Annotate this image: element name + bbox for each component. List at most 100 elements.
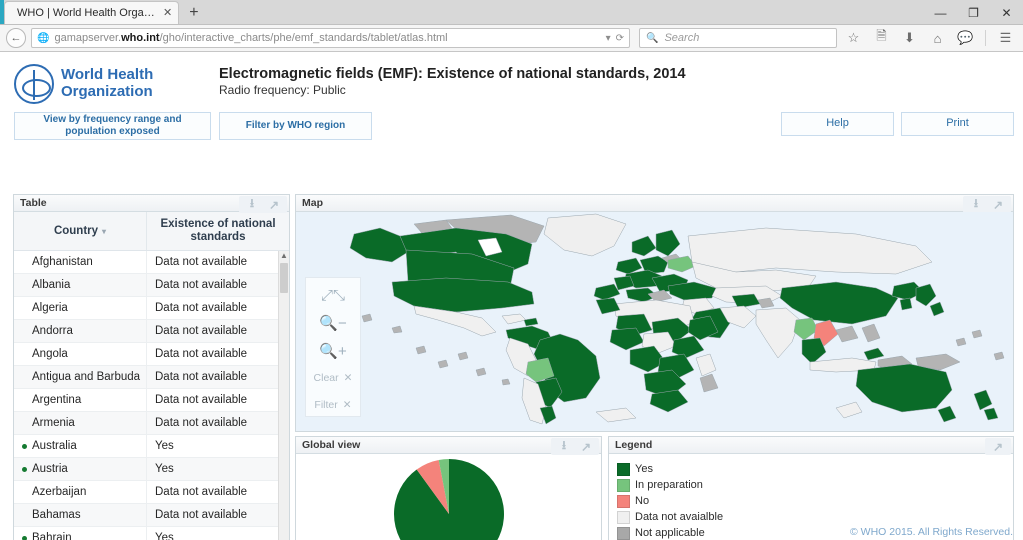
table-cell-value: Data not available [155, 348, 248, 361]
bookmark-star-icon[interactable]: ☆ [842, 27, 865, 49]
table-panel: Table ⭳ ↗ Country ▾ Existence of nationa… [13, 194, 290, 540]
legend-item[interactable]: In preparation [617, 477, 1013, 493]
fullscreen-icon[interactable]: ⤢⤡ [318, 284, 348, 307]
help-button[interactable]: Help [781, 112, 894, 136]
expand-icon[interactable]: ↗ [988, 439, 1008, 454]
table-cell-value: Data not available [155, 279, 248, 292]
table-row[interactable]: Andorra Data not available [14, 319, 289, 344]
legend-item[interactable]: Yes [617, 461, 1013, 477]
map-panel-title: Map [302, 197, 323, 209]
url-text: gamapserver.who.int/gho/interactive_char… [54, 32, 448, 44]
table-cell-country: Austria [14, 457, 147, 481]
status-dot-icon [22, 466, 27, 472]
table-row[interactable]: Afghanistan Data not available [14, 251, 289, 275]
map-panel-actions: ⭳ ↗ [963, 196, 1011, 213]
legend-swatch [617, 510, 630, 524]
table-cell-value: Data not available [155, 509, 248, 522]
chevron-down-icon[interactable]: ▾ [102, 227, 106, 236]
legend-swatch [617, 526, 630, 540]
download-icon[interactable]: ⭳ [554, 438, 574, 454]
legend-item[interactable]: No [617, 493, 1013, 509]
chevron-down-icon[interactable]: ▾ [606, 33, 611, 44]
table-row[interactable]: Australia Yes [14, 434, 289, 459]
table-row[interactable]: Azerbaijan Data not available [14, 480, 289, 505]
table-row[interactable]: Angola Data not available [14, 342, 289, 367]
table-cell-value: Data not available [155, 302, 248, 315]
table-cell-country: Bahrain [14, 526, 147, 540]
zoom-out-icon[interactable]: 🔍− [318, 312, 348, 335]
expand-icon[interactable]: ↗ [988, 197, 1008, 212]
table-row[interactable]: Armenia Data not available [14, 411, 289, 436]
expand-icon[interactable]: ↗ [576, 439, 596, 454]
reload-icon[interactable]: ⟳ [616, 33, 624, 44]
table-cell-value: Yes [155, 440, 174, 453]
legend-label: No [635, 495, 650, 507]
legend-item[interactable]: Data not avaialble [617, 509, 1013, 525]
chat-icon[interactable]: 💬 [954, 27, 977, 49]
browser-tab[interactable]: WHO | World Health Organizati... ✕ [4, 1, 180, 24]
table-cell-country: Antigua and Barbuda [14, 365, 147, 389]
table-row[interactable]: Bahrain Yes [14, 526, 289, 540]
address-bar[interactable]: 🌐 gamapserver.who.int/gho/interactive_ch… [31, 28, 630, 48]
column-header-existence[interactable]: Existence of national standards [147, 212, 289, 250]
table-row[interactable]: Antigua and Barbuda Data not available [14, 365, 289, 390]
column-header-country[interactable]: Country ▾ [14, 212, 147, 251]
hamburger-menu-icon[interactable]: ☰ [994, 27, 1017, 49]
scroll-up-icon[interactable]: ▲ [280, 251, 288, 261]
who-logo: World Health Organization [14, 64, 194, 104]
zoom-in-icon[interactable]: 🔍+ [318, 340, 348, 363]
browser-chrome: WHO | World Health Organizati... ✕ + — ❐… [0, 0, 1023, 52]
back-icon[interactable]: ← [6, 28, 26, 48]
table-cell-country: Bahamas [14, 503, 147, 527]
downloads-icon[interactable]: ⬇ [898, 27, 921, 49]
restore-icon[interactable]: ❐ [957, 0, 990, 25]
view-by-frequency-button[interactable]: View by frequency range and population e… [14, 112, 211, 140]
table-row[interactable]: Albania Data not available [14, 273, 289, 298]
world-map[interactable]: ⤢⤡ 🔍− 🔍+ Clear ✕ Filter ✕ [296, 212, 1013, 431]
table-cell-value: Data not available [155, 486, 248, 499]
filter-by-who-region-button[interactable]: Filter by WHO region [219, 112, 372, 140]
table-row[interactable]: Bahamas Data not available [14, 503, 289, 528]
table-cell-value: Data not available [155, 417, 248, 430]
close-icon[interactable]: ✕ [343, 399, 352, 411]
search-bar[interactable]: 🔍 Search [639, 28, 837, 48]
close-window-icon[interactable]: ✕ [990, 0, 1023, 25]
table-body[interactable]: Afghanistan Data not available Albania Data… [14, 251, 289, 540]
close-icon[interactable]: ✕ [163, 7, 172, 19]
close-icon[interactable]: ✕ [344, 372, 353, 384]
global-view-header: Global view ⭳ ↗ [296, 437, 601, 455]
map-filter-button[interactable]: Filter ✕ [307, 394, 359, 416]
download-icon[interactable]: ⭳ [242, 196, 262, 212]
expand-icon[interactable]: ↗ [264, 197, 284, 212]
table-panel-header: Table ⭳ ↗ [14, 195, 289, 213]
map-clear-button[interactable]: Clear ✕ [307, 367, 359, 389]
search-icon: 🔍 [646, 32, 659, 44]
table-row[interactable]: Argentina Data not available [14, 388, 289, 413]
table-row[interactable]: Austria Yes [14, 457, 289, 482]
home-icon[interactable]: ⌂ [926, 27, 949, 49]
download-icon[interactable]: ⭳ [966, 196, 986, 212]
new-tab-button[interactable]: + [179, 1, 208, 24]
world-map-svg [349, 213, 1005, 425]
table-cell-country: Albania [14, 273, 147, 297]
scrollbar-thumb[interactable] [280, 263, 288, 294]
library-icon[interactable]: 🗎 [870, 27, 893, 49]
table-cell-country-label: Bahamas [32, 509, 81, 522]
pie-chart-container[interactable] [296, 454, 601, 540]
table-cell-country-label: Andorra [32, 325, 73, 338]
table-cell-value: Yes [155, 532, 174, 540]
minimize-icon[interactable]: — [924, 0, 957, 25]
table-row[interactable]: Algeria Data not available [14, 296, 289, 321]
page-title-block: Electromagnetic fields (EMF): Existence … [219, 64, 686, 97]
table-cell-country: Australia [14, 434, 147, 458]
page-title: Electromagnetic fields (EMF): Existence … [219, 66, 686, 82]
table-scrollbar[interactable]: ▲ ▼ [278, 251, 289, 540]
who-emblem-icon [14, 64, 54, 104]
table-cell-country: Argentina [14, 388, 147, 412]
search-input[interactable]: Search [664, 32, 699, 44]
legend-title: Legend [615, 439, 653, 451]
toolbar-divider [985, 30, 986, 46]
print-button[interactable]: Print [901, 112, 1014, 136]
page-subtitle: Radio frequency: Public [219, 83, 346, 97]
table-cell-value: Data not available [155, 371, 248, 384]
